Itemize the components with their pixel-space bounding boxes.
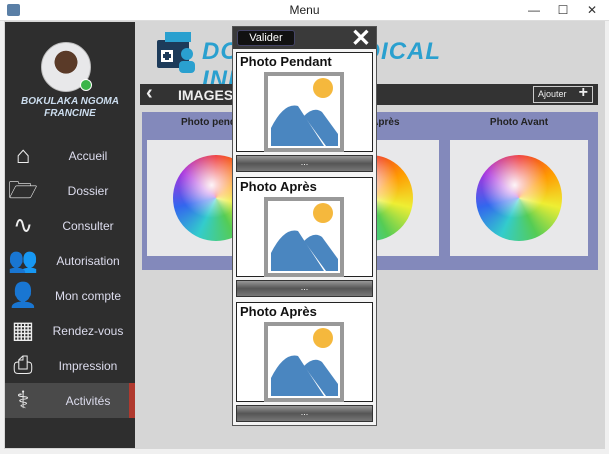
sidebar-item-dossier[interactable]: 🗁 Dossier	[5, 173, 135, 208]
sidebar-item-autorisation[interactable]: 👥 Autorisation	[5, 243, 135, 278]
caduceus-icon: ⚕	[16, 387, 30, 414]
sidebar-item-accueil[interactable]: ⌂ Accueil	[5, 138, 135, 173]
calendar-icon: ▦	[11, 317, 35, 344]
photo-options-button[interactable]: ...	[236, 280, 373, 297]
minimize-button[interactable]: —	[520, 0, 548, 20]
printer-icon: ⎙	[13, 352, 33, 379]
add-label: Ajouter	[538, 89, 567, 99]
folder-icon: 🗁	[8, 177, 38, 204]
sidebar-item-label: Rendez-vous	[52, 324, 124, 338]
photo-options-button[interactable]: ...	[236, 155, 373, 172]
user-icon: 👤	[8, 282, 38, 309]
user-name: BOKULAKA NGOMA FRANCINE	[21, 96, 119, 119]
window-title: Menu	[289, 3, 320, 17]
image-placeholder-icon	[264, 72, 344, 152]
avatar	[41, 42, 92, 92]
image-placeholder-icon	[264, 197, 344, 277]
add-button[interactable]: Ajouter +	[533, 84, 593, 103]
photo-item[interactable]: Photo Pendant	[236, 52, 373, 152]
plus-icon: +	[578, 84, 588, 101]
image-placeholder-icon	[264, 322, 344, 402]
card-title: Photo Avant	[489, 117, 549, 128]
stethoscope-icon: ∿	[12, 212, 34, 239]
photo-item[interactable]: Photo Après	[236, 177, 373, 277]
sidebar-item-impression[interactable]: ⎙ Impression	[5, 348, 135, 383]
photo-item[interactable]: Photo Après	[236, 302, 373, 402]
sidebar-item-mon-compte[interactable]: 👤 Mon compte	[5, 278, 135, 313]
sidebar-item-label: Accueil	[68, 149, 108, 163]
image-card[interactable]: Photo Avant	[445, 112, 593, 270]
users-icon: 👥	[8, 247, 38, 274]
back-button[interactable]: ‹	[146, 82, 153, 105]
close-window-button[interactable]: ✕	[578, 0, 606, 20]
sidebar-item-label: Impression	[58, 359, 118, 373]
sidebar-item-consulter[interactable]: ∿ Consulter	[5, 208, 135, 243]
image-thumbnail	[476, 155, 562, 241]
close-icon[interactable]: ✕	[351, 24, 371, 53]
maximize-button[interactable]: ☐	[549, 0, 577, 20]
popup-header: Valider ✕	[233, 25, 376, 52]
logo-icon	[157, 32, 195, 73]
sidebar-item-rendez-vous[interactable]: ▦ Rendez-vous	[5, 313, 135, 348]
page-title: IMAGES	[178, 87, 234, 103]
sidebar-item-label: Autorisation	[56, 254, 120, 268]
sidebar-item-activit-s[interactable]: ⚕ Activités	[5, 383, 135, 418]
sidebar-item-label: Dossier	[67, 184, 109, 198]
sidebar-item-label: Mon compte	[54, 289, 122, 303]
online-status-icon	[80, 79, 92, 91]
photo-item-title: Photo Après	[240, 304, 317, 319]
photo-popup: Valider ✕ Photo Pendant... Photo Après...…	[232, 25, 377, 426]
title-bar: Menu — ☐ ✕	[0, 0, 609, 21]
home-icon: ⌂	[15, 142, 31, 169]
sidebar-item-label: Consulter	[62, 219, 114, 233]
photo-item-title: Photo Pendant	[240, 54, 332, 69]
photo-item-title: Photo Après	[240, 179, 317, 194]
sidebar: BOKULAKA NGOMA FRANCINE ⌂ Accueil 🗁 Dossier…	[5, 22, 135, 448]
photo-options-button[interactable]: ...	[236, 405, 373, 422]
sidebar-item-label: Activités	[65, 394, 111, 408]
validate-button[interactable]: Valider	[237, 30, 295, 46]
